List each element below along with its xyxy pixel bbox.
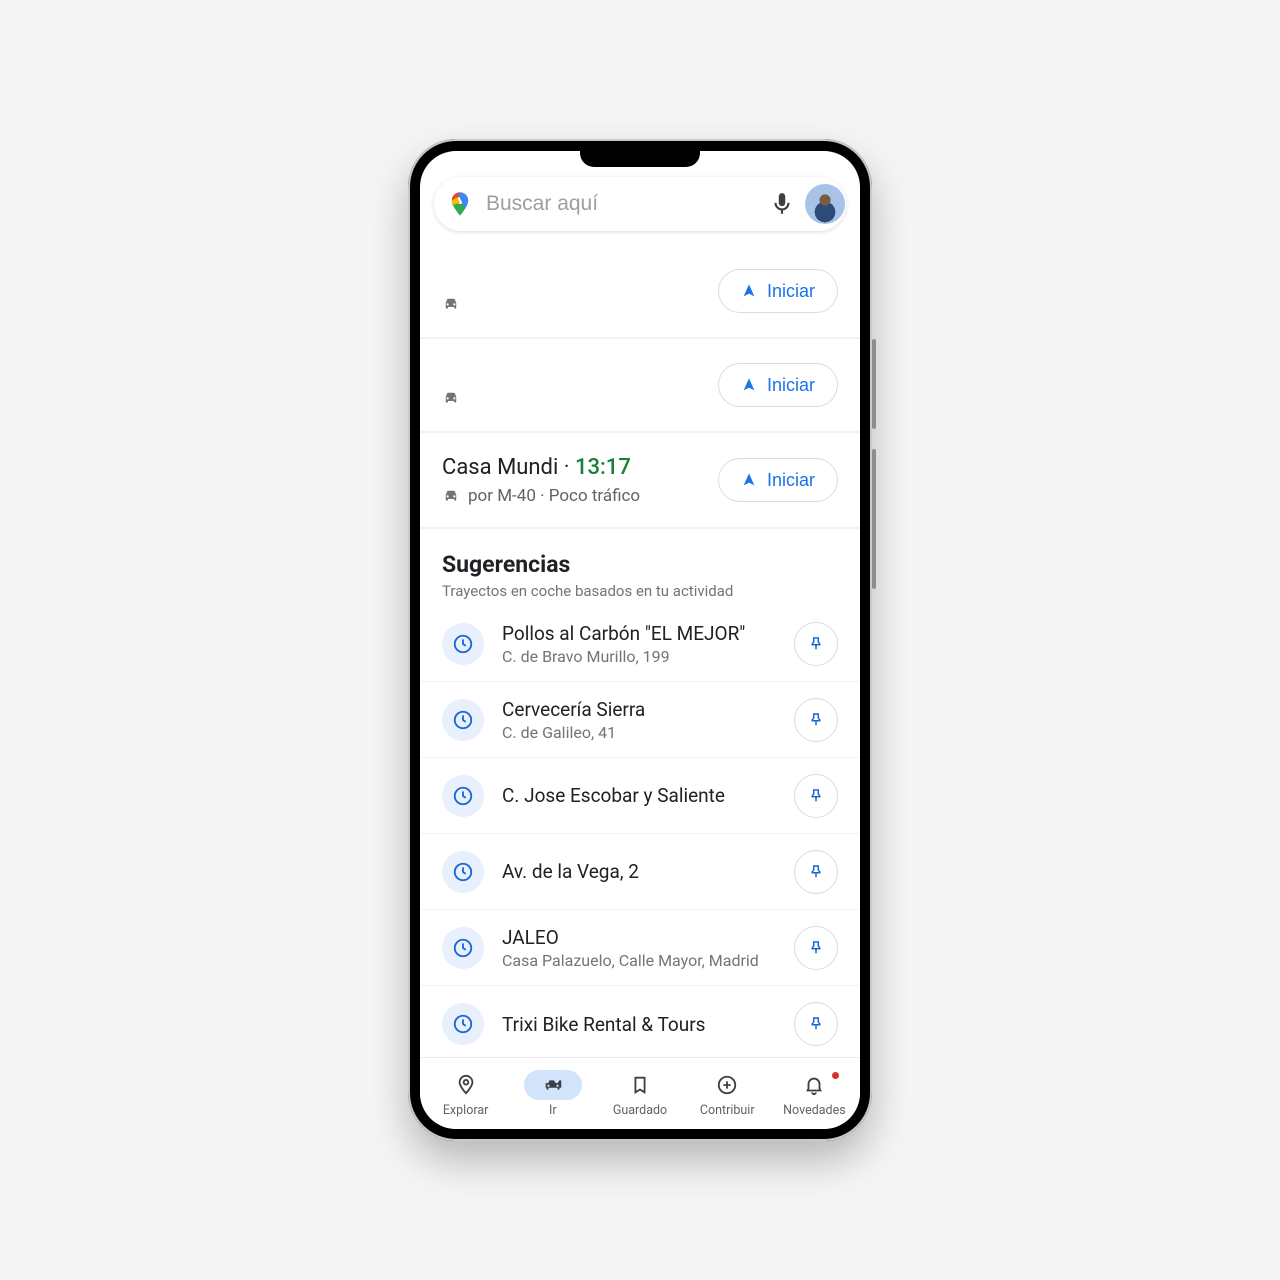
side-button [872,339,876,429]
search-input[interactable] [484,191,759,217]
suggestion-address: C. de Galileo, 41 [502,723,776,742]
suggestions-subtitle: Trayectos en coche basados en tu activid… [442,582,838,600]
phone-frame: Iniciar Iniciar [408,139,872,1141]
nav-label: Novedades [783,1103,846,1118]
pin-button[interactable] [794,774,838,818]
start-button[interactable]: Iniciar [718,458,838,502]
nav-label: Guardado [613,1103,667,1118]
clock-icon [442,1003,484,1045]
route-card[interactable]: Iniciar [420,339,860,433]
route-title: Casa Mundi · 13:17 [442,455,718,480]
start-button[interactable]: Iniciar [718,269,838,313]
suggestion-item[interactable]: C. Jose Escobar y Saliente [420,758,860,834]
search-bar[interactable] [434,177,846,231]
suggestion-item[interactable]: Trixi Bike Rental & Tours [420,986,860,1057]
nav-label: Explorar [443,1103,489,1118]
maps-logo-icon [446,190,474,218]
clock-icon [442,699,484,741]
start-label: Iniciar [767,281,815,302]
suggestion-address: Casa Palazuelo, Calle Mayor, Madrid [502,951,776,970]
start-button[interactable]: Iniciar [718,363,838,407]
nav-label: Ir [549,1103,557,1118]
start-label: Iniciar [767,470,815,491]
suggestion-name: Trixi Bike Rental & Tours [502,1013,776,1036]
mic-icon[interactable] [769,191,795,217]
suggestions-header: Sugerencias Trayectos en coche basados e… [420,529,860,606]
side-button [872,449,876,589]
nav-novedades[interactable]: Novedades [771,1070,858,1118]
content-scroll: Iniciar Iniciar [420,245,860,1057]
car-icon [442,487,460,505]
car-icon [442,295,460,313]
route-card[interactable]: Iniciar [420,245,860,339]
suggestions-title: Sugerencias [442,551,838,578]
route-name: Casa Mundi [442,455,558,480]
nav-ir[interactable]: Ir [509,1070,596,1118]
suggestion-item[interactable]: Cervecería Sierra C. de Galileo, 41 [420,682,860,758]
pin-button[interactable] [794,622,838,666]
car-icon [442,389,460,407]
clock-icon [442,775,484,817]
clock-icon [442,851,484,893]
search-bar-container [420,151,860,245]
route-card-casa-mundi[interactable]: Casa Mundi · 13:17 por M-40 · Poco tráfi… [420,433,860,529]
route-time: 13:17 [575,455,631,480]
bottom-nav: Explorar Ir Guardado Contribuir N [420,1057,860,1129]
start-label: Iniciar [767,375,815,396]
clock-icon [442,623,484,665]
suggestion-name: Cervecería Sierra [502,698,776,721]
pin-button[interactable] [794,698,838,742]
pin-button[interactable] [794,1002,838,1046]
suggestion-item[interactable]: Av. de la Vega, 2 [420,834,860,910]
notification-dot-icon [832,1072,839,1079]
nav-label: Contribuir [700,1103,755,1118]
pin-button[interactable] [794,926,838,970]
nav-contribuir[interactable]: Contribuir [684,1070,771,1118]
clock-icon [442,927,484,969]
avatar[interactable] [805,184,845,224]
suggestion-name: Av. de la Vega, 2 [502,860,776,883]
screen: Iniciar Iniciar [420,151,860,1129]
suggestion-address: C. de Bravo Murillo, 199 [502,647,776,666]
suggestion-name: C. Jose Escobar y Saliente [502,784,776,807]
pin-button[interactable] [794,850,838,894]
nav-explorar[interactable]: Explorar [422,1070,509,1118]
suggestion-item[interactable]: JALEO Casa Palazuelo, Calle Mayor, Madri… [420,910,860,986]
nav-guardado[interactable]: Guardado [596,1070,683,1118]
suggestion-name: Pollos al Carbón "EL MEJOR" [502,622,776,645]
suggestion-name: JALEO [502,926,776,949]
suggestion-item[interactable]: Pollos al Carbón "EL MEJOR" C. de Bravo … [420,606,860,682]
route-sub-text: por M-40 · Poco tráfico [468,486,640,506]
